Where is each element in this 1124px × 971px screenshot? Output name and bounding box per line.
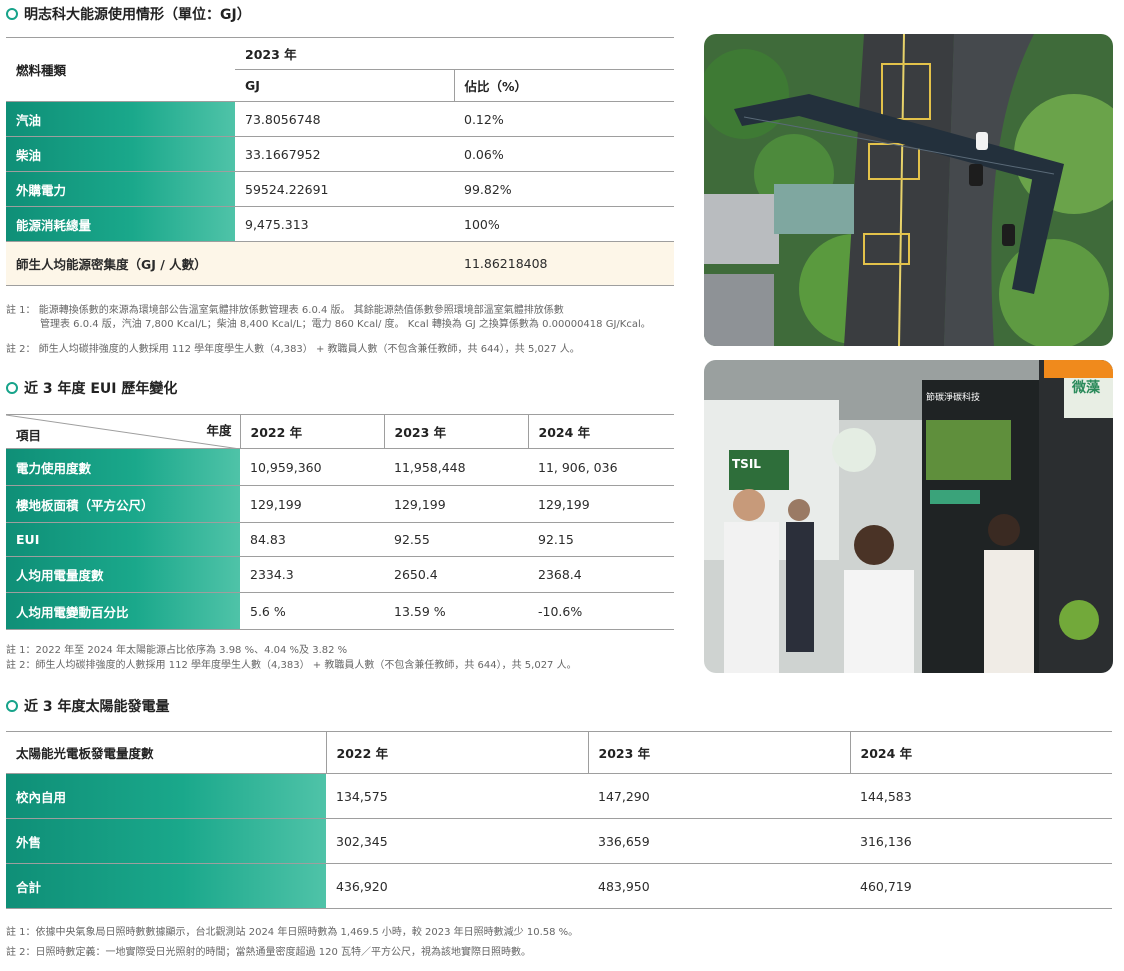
note-1: 註 1： 能源轉換係數的來源為環境部公告溫室氣體排放係數管理表 6.0.4 版。… <box>6 305 651 330</box>
corner-year-label: 年度 <box>206 423 232 438</box>
row-label: 合計 <box>6 863 326 909</box>
note-2: 註 2：日照時數定義：一地實際受日光照射的時間；當熱通量密度超過 120 瓦特／… <box>6 947 531 958</box>
cell-value: 10,959,360 <box>240 448 384 486</box>
table-row: 人均用電量度數 2334.3 2650.4 2368.4 <box>6 556 674 593</box>
header-year: 2023 年 <box>384 414 529 449</box>
section-title-eui: 近 3 年度 EUI 歷年變化 <box>6 378 177 398</box>
cell-pct: 99.82% <box>454 171 674 207</box>
table-row: 合計 436,920 483,950 460,719 <box>6 863 1112 909</box>
table-row: 汽油 73.8056748 0.12% <box>6 101 674 137</box>
table-row: 樓地板面積（平方公尺） 129,199 129,199 129,199 <box>6 485 674 523</box>
header-corner: 年度 項目 <box>6 414 241 449</box>
header-year: 2024 年 <box>528 414 674 449</box>
booth-brand-text: TSIL <box>732 457 761 471</box>
note-1: 註 1：依據中央氣象局日照時數數據顯示，台北觀測站 2024 年日照時數為 1,… <box>6 927 579 938</box>
cell-value: 11,958,448 <box>384 448 528 486</box>
row-label: 人均用電量度數 <box>6 556 240 593</box>
energy-table: 燃料種類 2023 年 GJ 佔比（%） 汽油 73.8056748 0.12%… <box>6 37 674 286</box>
cell-value: 129,199 <box>240 485 384 523</box>
row-label: 外購電力 <box>6 171 235 207</box>
eui-table: 年度 項目 2022 年 2023 年 2024 年 電力使用度數 10,959… <box>6 414 674 630</box>
row-label: 樓地板面積（平方公尺） <box>6 485 240 523</box>
table-row: 柴油 33.1667952 0.06% <box>6 136 674 172</box>
cell-value: 5.6 % <box>240 592 384 630</box>
header-fuel-type: 燃料種類 <box>6 37 235 102</box>
booth-sign-text: 微藻 <box>1071 379 1101 396</box>
row-label: 校內自用 <box>6 773 326 819</box>
cell-pct: 0.12% <box>454 101 674 137</box>
intensity-label: 師生人均能源密集度（GJ / 人數） <box>6 241 454 286</box>
header-year: 2022 年 <box>240 414 385 449</box>
cell-value: 11, 906, 036 <box>528 448 674 486</box>
cell-value: 147,290 <box>588 773 850 819</box>
cell-value: 84.83 <box>240 522 384 557</box>
row-label: 人均用電變動百分比 <box>6 592 240 630</box>
cell-pct: 0.06% <box>454 136 674 172</box>
cell-value: 129,199 <box>384 485 528 523</box>
note-1: 註 1：2022 年至 2024 年太陽能源占比依序為 3.98 %、4.04 … <box>6 645 348 656</box>
header-percent: 佔比（%） <box>454 69 674 102</box>
cell-value: 144,583 <box>850 773 1112 819</box>
cell-gj: 33.1667952 <box>235 136 454 172</box>
cell-gj: 59524.22691 <box>235 171 454 207</box>
cell-value: 316,136 <box>850 818 1112 864</box>
cell-value: 2334.3 <box>240 556 384 593</box>
table-row: 能源消耗總量 9,475.313 100% <box>6 206 674 242</box>
row-label: EUI <box>6 522 240 557</box>
cell-value: 92.55 <box>384 522 528 557</box>
cell-value: 336,659 <box>588 818 850 864</box>
cell-gj: 73.8056748 <box>235 101 454 137</box>
cell-value: 460,719 <box>850 863 1112 909</box>
header-solar-label: 太陽能光電板發電量度數 <box>6 731 327 774</box>
cell-value: 13.59 % <box>384 592 528 630</box>
header-year: 2023 年 <box>588 731 851 774</box>
cell-pct: 100% <box>454 206 674 242</box>
header-year: 2023 年 <box>235 37 674 70</box>
note-2: 註 2：師生人均碳排強度的人數採用 112 學年度學生人數（4,383） + 教… <box>6 660 577 671</box>
display-panel-text: 節碳淨碳科技 <box>926 391 980 403</box>
header-year: 2022 年 <box>326 731 589 774</box>
corner-item-label: 項目 <box>16 428 42 443</box>
cell-value: 134,575 <box>326 773 588 819</box>
row-label: 能源消耗總量 <box>6 206 235 242</box>
cell-value: 302,345 <box>326 818 588 864</box>
diagonal-line <box>6 415 240 449</box>
bullet-circle-icon <box>6 700 18 712</box>
header-year: 2024 年 <box>850 731 1112 774</box>
cell-value: 483,950 <box>588 863 850 909</box>
table-row: 外購電力 59524.22691 99.82% <box>6 171 674 207</box>
aerial-solar-canopy-photo <box>704 34 1113 346</box>
table-row: EUI 84.83 92.55 92.15 <box>6 522 674 557</box>
row-label: 汽油 <box>6 101 235 137</box>
cell-value: 129,199 <box>528 485 674 523</box>
table-row: 外售 302,345 336,659 316,136 <box>6 818 1112 864</box>
row-label: 柴油 <box>6 136 235 172</box>
row-label: 電力使用度數 <box>6 448 240 486</box>
cell-gj: 9,475.313 <box>235 206 454 242</box>
solar-table: 太陽能光電板發電量度數 2022 年 2023 年 2024 年 校內自用 13… <box>6 731 1112 909</box>
table-row: 電力使用度數 10,959,360 11,958,448 11, 906, 03… <box>6 448 674 486</box>
table-row: 人均用電變動百分比 5.6 % 13.59 % -10.6% <box>6 592 674 630</box>
cell-value: 2650.4 <box>384 556 528 593</box>
row-label: 外售 <box>6 818 326 864</box>
section-title-energy: 明志科大能源使用情形（單位：GJ） <box>6 4 251 24</box>
cell-value: 2368.4 <box>528 556 674 593</box>
section-title-solar: 近 3 年度太陽能發電量 <box>6 696 170 716</box>
bullet-circle-icon <box>6 382 18 394</box>
intensity-value: 11.86218408 <box>454 241 674 286</box>
exhibition-booth-photo: 微藻 節碳淨碳科技 TSIL <box>704 360 1113 673</box>
cell-value: -10.6% <box>528 592 674 630</box>
cell-value: 92.15 <box>528 522 674 557</box>
bullet-circle-icon <box>6 8 18 20</box>
intensity-row: 師生人均能源密集度（GJ / 人數） 11.86218408 <box>6 241 674 286</box>
cell-value: 436,920 <box>326 863 588 909</box>
header-gj: GJ <box>235 69 455 102</box>
table-row: 校內自用 134,575 147,290 144,583 <box>6 773 1112 819</box>
note-2: 註 2： 師生人均碳排強度的人數採用 112 學年度學生人數（4,383） + … <box>6 344 580 355</box>
